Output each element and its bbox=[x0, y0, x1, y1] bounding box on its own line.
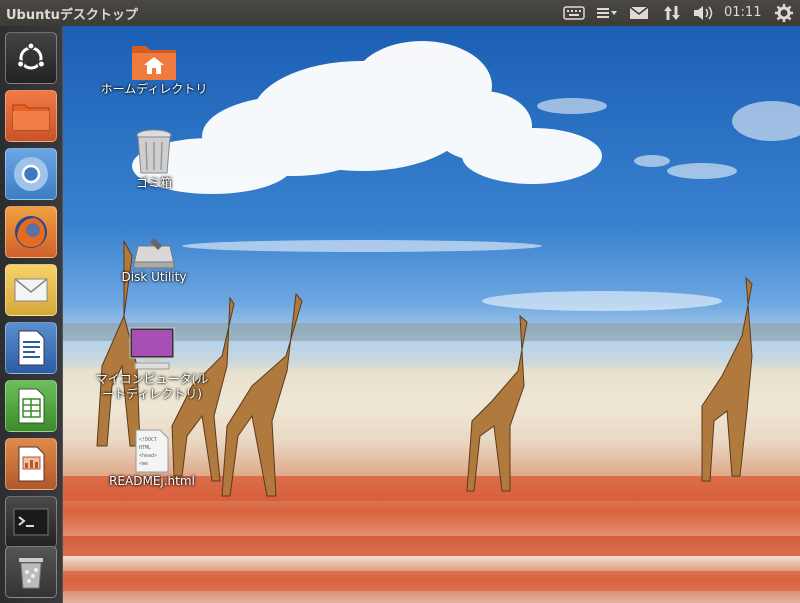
volume-icon[interactable] bbox=[692, 0, 716, 26]
disk-utility-icon bbox=[133, 238, 175, 269]
mail-icon bbox=[14, 278, 48, 302]
trash-icon bbox=[136, 129, 172, 174]
svg-text:HTML: HTML bbox=[139, 445, 151, 451]
network-icon[interactable] bbox=[660, 0, 684, 26]
trash-icon bbox=[19, 558, 43, 589]
writer-icon bbox=[18, 330, 45, 366]
gear-icon[interactable] bbox=[772, 0, 796, 26]
launcher-writer[interactable] bbox=[5, 322, 57, 374]
desktop-icon-trash[interactable]: ゴミ箱 bbox=[112, 128, 196, 191]
launcher-dash-home[interactable] bbox=[5, 32, 57, 84]
desktop-icon-label: ゴミ箱 bbox=[135, 176, 172, 190]
mail-icon[interactable] bbox=[626, 0, 652, 26]
menu-icon[interactable] bbox=[594, 0, 620, 26]
impress-icon bbox=[18, 446, 45, 482]
launcher-calc[interactable] bbox=[5, 380, 57, 432]
computer-icon bbox=[129, 327, 175, 370]
terminal-icon bbox=[13, 508, 49, 536]
launcher-trash[interactable] bbox=[5, 546, 57, 598]
desktop-wallpaper bbox=[62, 26, 800, 603]
ubuntu-logo-icon bbox=[16, 42, 46, 70]
desktop-icon-readme[interactable]: <!DOCT HTML <head> <me READMEj.html bbox=[96, 428, 208, 489]
desktop-icon-label: ートディレクトリ) bbox=[102, 387, 202, 401]
clock[interactable]: 01:11 bbox=[724, 5, 761, 20]
top-panel: Ubuntuデスクトップ 01:11 bbox=[0, 0, 800, 26]
launcher-firefox[interactable] bbox=[5, 206, 57, 258]
desktop-icon-label: ホームディレクトリ bbox=[100, 82, 208, 96]
desktop-icon-label: READMEj.html bbox=[109, 474, 195, 488]
keyboard-icon[interactable] bbox=[560, 0, 588, 26]
launcher bbox=[0, 26, 63, 603]
desktop-icon-home[interactable]: ホームディレクトリ bbox=[92, 42, 216, 97]
svg-text:<me: <me bbox=[139, 461, 148, 467]
calc-icon bbox=[18, 388, 45, 424]
svg-text:<!DOCT: <!DOCT bbox=[139, 437, 157, 443]
launcher-impress[interactable] bbox=[5, 438, 57, 490]
folder-icon bbox=[12, 104, 50, 131]
launcher-mail[interactable] bbox=[5, 264, 57, 316]
panel-title: Ubuntuデスクトップ bbox=[6, 8, 138, 23]
launcher-chromium[interactable] bbox=[5, 148, 57, 200]
firefox-icon bbox=[15, 216, 47, 248]
desktop-icon-label: Disk Utility bbox=[121, 270, 187, 284]
desktop-icon-disk-utility[interactable]: Disk Utility bbox=[106, 236, 202, 285]
launcher-files[interactable] bbox=[5, 90, 57, 142]
launcher-terminal[interactable] bbox=[5, 496, 57, 548]
svg-text:<head>: <head> bbox=[139, 453, 157, 459]
wallpaper-scene bbox=[62, 41, 800, 591]
home-folder-icon bbox=[132, 46, 176, 80]
desktop-icon-label: マイコンピュータ(ル bbox=[95, 372, 209, 386]
chromium-icon bbox=[14, 157, 48, 191]
desktop-icon-computer[interactable]: マイコンピュータ(ル ートディレクトリ) bbox=[82, 326, 222, 402]
html-file-icon: <!DOCT HTML <head> <me bbox=[135, 429, 169, 473]
